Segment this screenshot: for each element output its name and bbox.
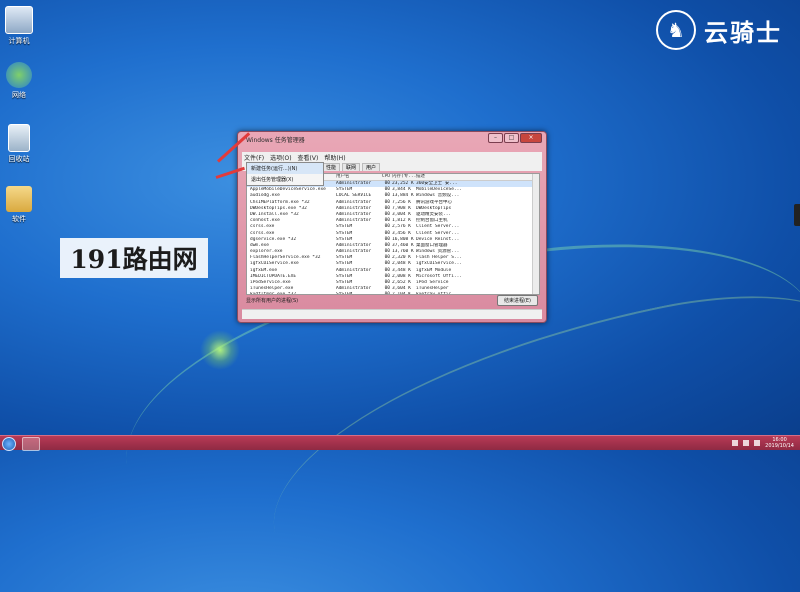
folder-icon bbox=[6, 186, 32, 212]
knight-horse-icon: ♞ bbox=[656, 10, 696, 50]
desktop-icon-label: 软件 bbox=[12, 215, 26, 223]
tab-users[interactable]: 用户 bbox=[362, 163, 381, 171]
window-title: Windows 任务管理器 bbox=[246, 137, 305, 144]
desktop-icon-label: 回收站 bbox=[8, 155, 30, 163]
menu-options[interactable]: 选项(O) bbox=[270, 153, 291, 162]
task-manager-window[interactable]: Windows 任务管理器 – □ × 文件(F) 选项(O) 查看(V) 帮助… bbox=[237, 131, 547, 323]
tab-networking[interactable]: 联网 bbox=[342, 163, 361, 171]
process-list[interactable]: 映像名称 用户名 CPU 内存(专... 描述 360sd.exe *32Adm… bbox=[246, 173, 540, 295]
brand-name: 云骑士 bbox=[704, 18, 782, 47]
menu-item-exit[interactable]: 退出任务管理器(X) bbox=[247, 174, 323, 185]
desktop-icon-software[interactable]: 软件 bbox=[2, 186, 36, 224]
column-header-description[interactable]: 描述 bbox=[416, 174, 526, 180]
menu-item-new-task[interactable]: 新建任务(运行...)(N) bbox=[247, 163, 323, 174]
maximize-button[interactable]: □ bbox=[504, 133, 519, 143]
end-process-button[interactable]: 结束进程(E) bbox=[496, 294, 538, 306]
side-handle[interactable] bbox=[794, 204, 800, 226]
brand-logo: ♞ 云骑士 bbox=[656, 8, 782, 52]
desktop-icon-label: 计算机 bbox=[8, 37, 30, 45]
taskbar-task-manager[interactable] bbox=[22, 437, 40, 451]
file-menu-dropdown: 新建任务(运行...)(N) 退出任务管理器(X) bbox=[246, 162, 324, 186]
close-button[interactable]: × bbox=[520, 133, 542, 143]
column-header-user[interactable]: 用户名 bbox=[336, 174, 378, 180]
process-list-scrollbar[interactable] bbox=[532, 174, 539, 294]
desktop-icon-computer[interactable]: 计算机 bbox=[2, 6, 36, 46]
wallpaper-glow bbox=[200, 330, 240, 370]
minimize-button[interactable]: – bbox=[488, 133, 503, 143]
network-tray-icon[interactable] bbox=[743, 440, 750, 446]
menu-bar: 文件(F) 选项(O) 查看(V) 帮助(H) bbox=[242, 152, 542, 162]
desktop-icon-network[interactable]: 网络 bbox=[2, 62, 36, 100]
show-all-users-checkbox[interactable]: 显示所有用户的进程(S) bbox=[246, 297, 298, 304]
desktop-icon-label: 网络 bbox=[12, 91, 26, 99]
menu-file[interactable]: 文件(F) bbox=[244, 153, 264, 162]
menu-help[interactable]: 帮助(H) bbox=[324, 153, 345, 162]
column-header-cpu[interactable]: CPU bbox=[378, 174, 392, 180]
taskbar: 16:00 2019/10/14 bbox=[0, 435, 800, 451]
window-controls: – □ × bbox=[488, 133, 542, 143]
status-bar bbox=[242, 309, 542, 319]
recycle-bin-icon bbox=[8, 124, 30, 152]
clock[interactable]: 16:00 2019/10/14 bbox=[765, 437, 794, 449]
menu-view[interactable]: 查看(V) bbox=[298, 153, 319, 162]
start-button[interactable] bbox=[2, 437, 16, 451]
column-header-memory[interactable]: 内存(专... bbox=[392, 174, 416, 180]
tab-performance[interactable]: 性能 bbox=[322, 163, 341, 171]
desktop-icon-recycle-bin[interactable]: 回收站 bbox=[2, 124, 36, 164]
system-tray: 16:00 2019/10/14 bbox=[732, 437, 794, 449]
flag-icon[interactable] bbox=[732, 440, 739, 446]
window-bottom-bar: 显示所有用户的进程(S) 结束进程(E) bbox=[246, 294, 538, 306]
network-icon bbox=[6, 62, 32, 88]
site-watermark: 191路由网 bbox=[60, 238, 208, 278]
clock-date: 2019/10/14 bbox=[765, 443, 794, 449]
computer-icon bbox=[5, 6, 33, 34]
volume-icon[interactable] bbox=[754, 440, 761, 446]
